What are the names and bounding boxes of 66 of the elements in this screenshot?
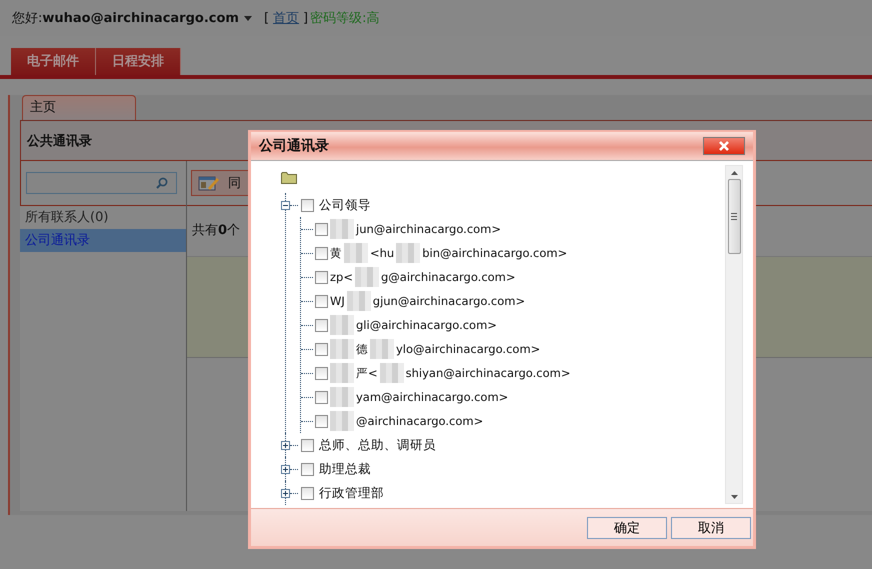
caret-icon [244,16,252,20]
checkbox[interactable] [301,198,314,212]
pixelated-patch [346,291,371,311]
contact-count-text: 共有0个 [192,222,240,240]
checkbox[interactable] [315,390,328,404]
ok-button[interactable]: 确定 [587,516,667,538]
checkbox[interactable] [315,246,328,260]
checkbox[interactable] [315,270,328,284]
checkbox[interactable] [315,366,328,380]
checkbox[interactable] [301,438,314,452]
sidebar-item[interactable]: 所有联系人(0) [20,206,186,229]
bracket-text: [ [264,10,270,26]
contact-text: 黄 [330,246,342,260]
contact-text: jun@airchinacargo.com> [356,222,502,236]
expand-icon[interactable] [281,440,290,450]
home-link[interactable]: 首页 [273,9,300,27]
nav-tab[interactable]: 日程安排 [96,48,181,75]
checkbox[interactable] [315,342,328,356]
pixelated-patch [380,363,404,383]
expand-icon[interactable] [281,488,290,498]
contact-text: 严< [356,366,378,380]
user-menu[interactable]: wuhao@airchinacargo.com [42,10,239,26]
pixelated-patch [354,267,379,287]
contact-text: gli@airchinacargo.com> [356,318,497,332]
checkbox[interactable] [315,222,328,236]
contact-text: bin@airchinacargo.com> [422,246,568,260]
checkbox[interactable] [301,462,314,476]
contact-text: yam@airchinacargo.com> [356,390,508,404]
tree-group-label[interactable]: 总师、总助、调研员 [319,436,436,454]
expand-icon[interactable] [281,464,290,474]
contact-text: ylo@airchinacargo.com> [396,342,540,356]
collapse-icon[interactable] [281,200,290,210]
tree-group-label[interactable]: 公司领导 [319,196,371,214]
close-icon [717,141,731,151]
edit-card-icon [198,175,220,191]
greeting-text: 您好: [12,10,42,27]
pixelated-patch [344,243,368,263]
contact-text: shiyan@airchinacargo.com> [406,366,570,380]
contact-text: @airchinacargo.com> [356,414,484,428]
page-tab[interactable]: 主页 [22,95,136,120]
checkbox[interactable] [301,486,314,500]
contact-text: WJ [330,294,345,308]
folder-icon [281,171,297,184]
search-icon [156,177,168,189]
contact-text: 德 [356,342,368,356]
contact-text: gjun@airchinacargo.com> [372,294,526,308]
scroll-down-icon[interactable] [730,495,738,499]
checkbox[interactable] [315,414,328,428]
pixelated-patch [370,339,394,359]
nav-tab[interactable]: 电子邮件 [11,48,96,75]
password-level-text: 密码等级:高 [310,10,380,27]
checkbox[interactable] [315,294,328,308]
tree-group-label[interactable]: 助理总裁 [319,460,371,478]
contact-text: zp< [330,270,353,284]
tree-group-label[interactable]: 行政管理部 [319,484,384,502]
contact-text: g@airchinacargo.com> [380,270,516,284]
scrollbar[interactable] [725,165,743,504]
cancel-button[interactable]: 取消 [671,516,751,538]
dialog-title: 公司通讯录 [259,137,329,155]
pixelated-patch [396,243,420,263]
scroll-up-icon[interactable] [730,171,738,175]
bracket-text: ] [303,10,308,26]
close-button[interactable] [703,137,745,155]
checkbox[interactable] [315,318,328,332]
contact-text: <hu [370,246,394,260]
search-field[interactable] [26,172,177,194]
